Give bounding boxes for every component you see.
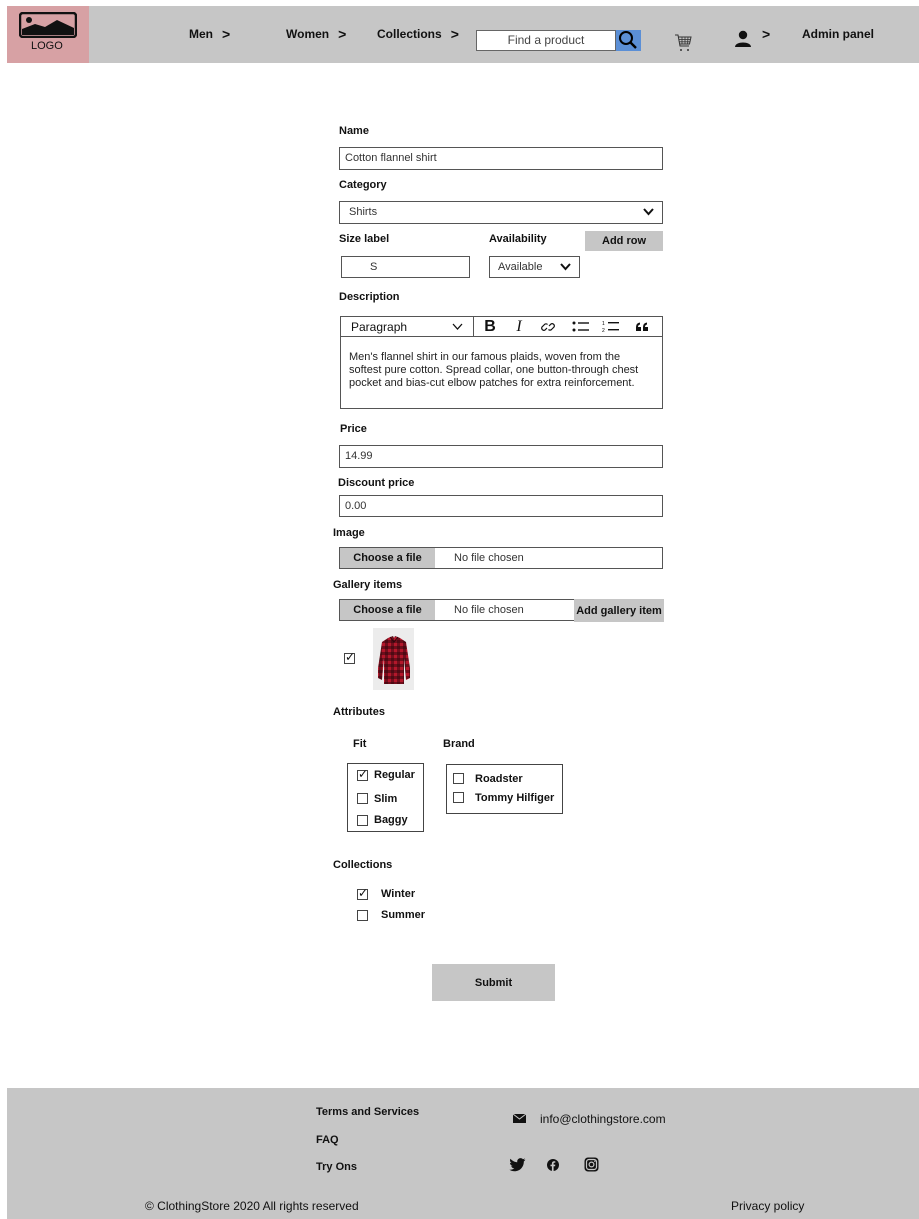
footer-link-terms[interactable]: Terms and Services [316, 1106, 419, 1118]
copyright-text: © ClothingStore 2020 All rights reserved [145, 1199, 359, 1213]
checkmark-icon: ✓ [358, 886, 369, 900]
submit-button[interactable]: Submit [432, 964, 555, 1001]
nav-women[interactable]: Women > [286, 26, 346, 42]
nav-women-label: Women [286, 27, 330, 41]
logo-text: LOGO [31, 40, 63, 52]
collection-summer-label: Summer [381, 909, 426, 921]
choose-file-button[interactable]: Choose a file [340, 600, 435, 620]
category-select[interactable]: Shirts [339, 201, 663, 224]
category-label: Category [339, 179, 387, 191]
brand-roadster-checkbox[interactable] [453, 773, 464, 784]
collection-winter-checkbox[interactable]: ✓ [357, 886, 369, 900]
nav-collections-label: Collections [377, 27, 442, 41]
chevron-down-icon [643, 202, 654, 223]
fit-baggy-label: Baggy [374, 814, 408, 826]
cart-icon[interactable] [674, 33, 692, 53]
privacy-policy-link[interactable]: Privacy policy [731, 1199, 804, 1213]
gallery-file-input[interactable]: Choose a file No file chosen [339, 599, 575, 621]
brand-label: Brand [443, 738, 475, 750]
chevron-right-icon: > [222, 26, 231, 42]
name-label: Name [339, 125, 369, 137]
chevron-right-icon: > [762, 26, 771, 42]
attributes-label: Attributes [333, 706, 385, 718]
quote-icon[interactable] [634, 317, 650, 336]
choose-file-button[interactable]: Choose a file [340, 548, 435, 568]
image-label: Image [333, 527, 365, 539]
add-gallery-item-button[interactable]: Add gallery item [574, 599, 664, 622]
gallery-item-thumbnail [373, 628, 414, 690]
logo[interactable]: LOGO [7, 6, 89, 63]
fit-regular-label: Regular [374, 769, 415, 781]
search-button[interactable] [616, 30, 641, 51]
nav-collections[interactable]: Collections > [377, 26, 459, 42]
image-file-input[interactable]: Choose a file No file chosen [339, 547, 663, 569]
availability-value: Available [498, 261, 543, 273]
fit-slim-label: Slim [374, 793, 398, 805]
brand-options-box [446, 764, 563, 814]
size-label: Size label [339, 233, 390, 245]
fit-baggy-checkbox[interactable] [357, 815, 368, 826]
size-input[interactable]: S [341, 256, 470, 278]
block-type-select[interactable]: Paragraph [351, 320, 407, 334]
italic-icon[interactable]: I [512, 317, 526, 336]
checkmark-icon: ✓ [345, 650, 356, 664]
nav-men-label: Men [189, 27, 213, 41]
search-input[interactable]: Find a product [476, 30, 616, 51]
footer-link-faq[interactable]: FAQ [316, 1134, 339, 1146]
chevron-down-icon [452, 323, 463, 330]
link-icon[interactable] [540, 317, 556, 336]
availability-label: Availability [489, 233, 547, 245]
no-file-text: No file chosen [454, 604, 524, 616]
availability-select[interactable]: Available [489, 256, 580, 278]
description-label: Description [339, 291, 400, 303]
bullet-list-icon[interactable] [572, 317, 590, 336]
svg-text:2: 2 [602, 328, 605, 333]
gallery-label: Gallery items [333, 579, 403, 591]
gallery-item-checkbox[interactable]: ✓ [344, 650, 356, 664]
brand-tommy-label: Tommy Hilfiger [475, 792, 555, 804]
shirt-image [378, 636, 410, 684]
search-icon [619, 31, 637, 49]
numbered-list-icon[interactable]: 12 [602, 317, 620, 336]
fit-regular-checkbox[interactable]: ✓ [357, 767, 369, 781]
user-icon[interactable] [734, 30, 752, 48]
chevron-right-icon: > [450, 26, 459, 42]
brand-tommy-checkbox[interactable] [453, 792, 464, 803]
discount-input[interactable]: 0.00 [339, 495, 663, 517]
chevron-right-icon: > [338, 26, 347, 42]
collections-label: Collections [333, 859, 393, 871]
mail-icon [513, 1114, 526, 1123]
facebook-icon[interactable] [547, 1159, 559, 1171]
svg-text:1: 1 [602, 321, 605, 327]
collection-winter-label: Winter [381, 888, 416, 900]
no-file-text: No file chosen [454, 552, 524, 564]
admin-panel-link[interactable]: Admin panel [802, 27, 874, 41]
instagram-icon[interactable] [584, 1157, 599, 1172]
price-label: Price [340, 423, 367, 435]
nav-men[interactable]: Men > [189, 26, 230, 42]
fit-slim-checkbox[interactable] [357, 793, 368, 804]
price-input[interactable]: 14.99 [339, 445, 663, 468]
category-value: Shirts [349, 206, 378, 218]
brand-roadster-label: Roadster [475, 773, 523, 785]
discount-label: Discount price [338, 477, 415, 489]
name-input[interactable]: Cotton flannel shirt [339, 147, 663, 170]
twitter-icon[interactable] [509, 1158, 526, 1172]
description-editor[interactable]: Men's flannel shirt in our famous plaids… [340, 336, 663, 409]
header-bar [7, 6, 919, 63]
logo-image-icon [19, 12, 77, 38]
add-row-button[interactable]: Add row [585, 231, 663, 251]
bold-icon[interactable]: B [482, 317, 498, 336]
footer-link-tryons[interactable]: Try Ons [316, 1161, 357, 1173]
editor-toolbar: Paragraph B I 12 [340, 316, 663, 336]
fit-label: Fit [353, 738, 367, 750]
footer-email[interactable]: info@clothingstore.com [540, 1112, 666, 1126]
checkmark-icon: ✓ [358, 767, 369, 781]
toolbar-divider [473, 317, 474, 336]
chevron-down-icon [560, 257, 571, 278]
collection-summer-checkbox[interactable] [357, 910, 368, 921]
